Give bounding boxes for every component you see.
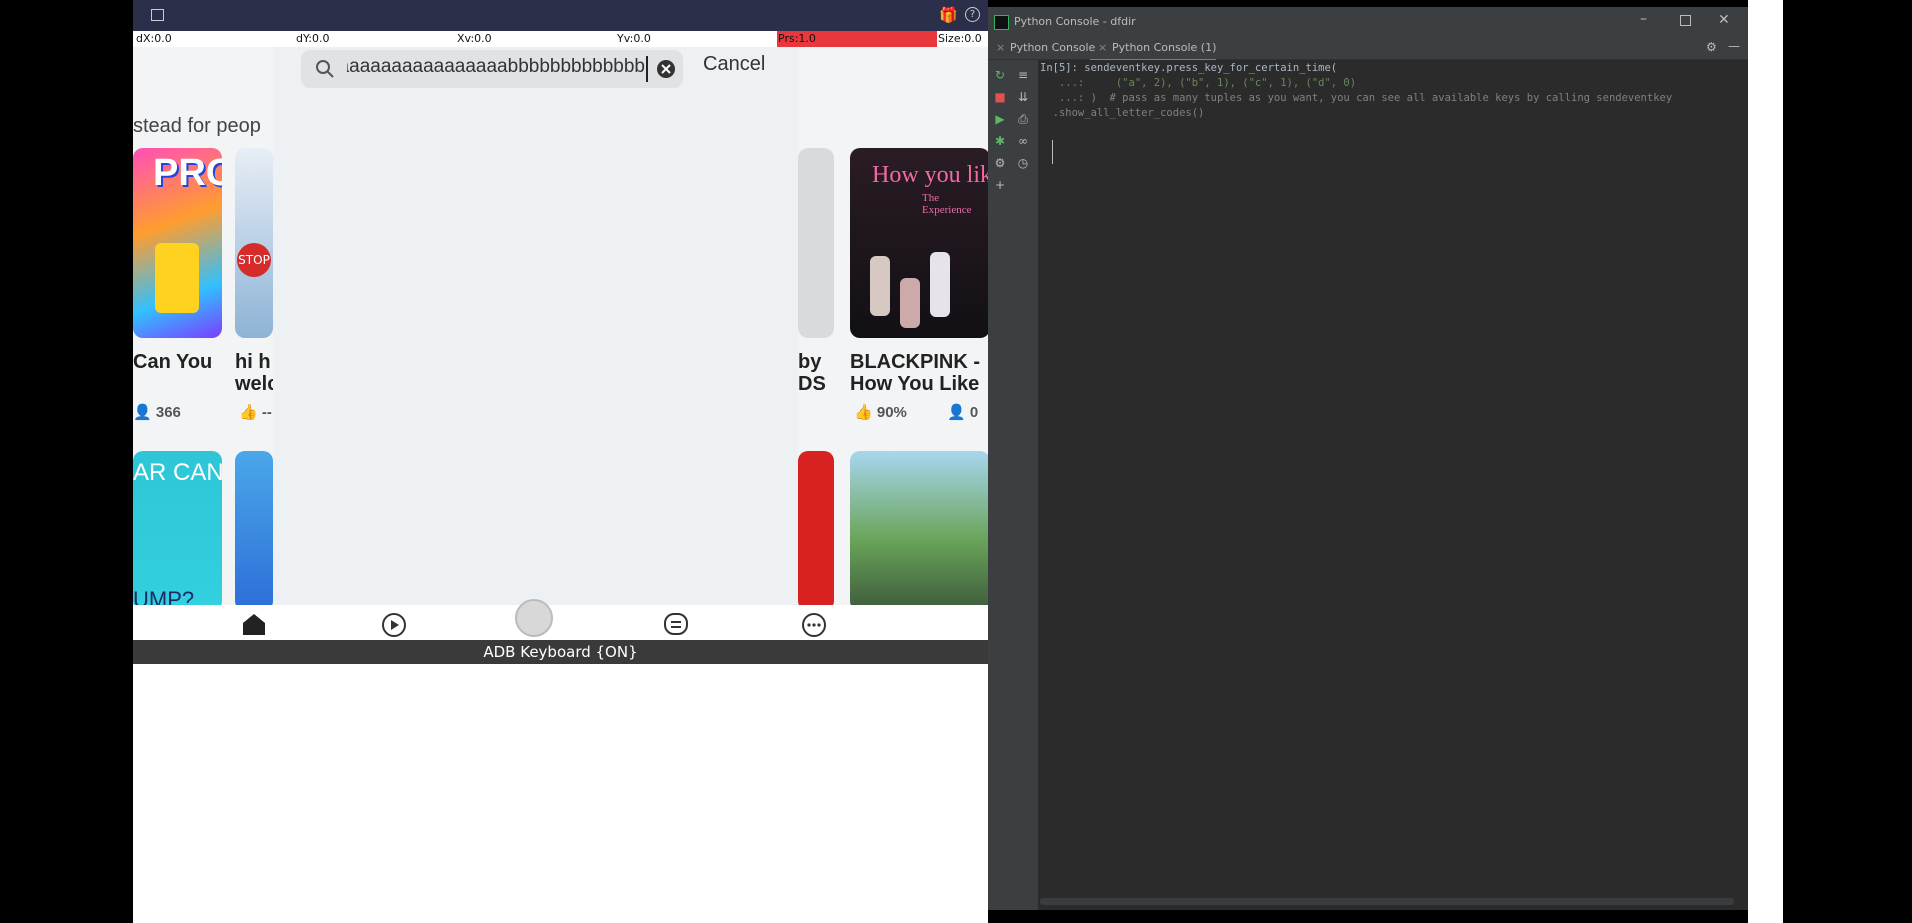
window-titlebar: Python Console - dfdir – ✕ bbox=[988, 7, 1748, 37]
game-thumbnail[interactable] bbox=[798, 148, 834, 338]
thumb-text: PRO bbox=[153, 152, 222, 194]
dx-value: dX:0.0 bbox=[136, 32, 172, 45]
bottom-navigation bbox=[133, 599, 988, 640]
avatar-figure bbox=[930, 252, 950, 317]
game-title[interactable]: by bbox=[798, 351, 821, 373]
game-thumbnail[interactable] bbox=[850, 451, 988, 611]
emulator-window: 🎁 ? dX:0.0 dY:0.0 Xv:0.0 Yv:0.0 Prs:1.0 … bbox=[133, 0, 988, 923]
maximize-icon[interactable] bbox=[1680, 15, 1691, 26]
avatar-figure bbox=[870, 256, 890, 316]
search-overlay bbox=[273, 47, 798, 605]
keyboard-status-bar: ADB Keyboard {ON} bbox=[133, 640, 988, 664]
game-title[interactable]: hi h bbox=[235, 351, 271, 373]
text-caret bbox=[646, 56, 648, 82]
avatar-icon[interactable] bbox=[515, 599, 553, 637]
search-icon bbox=[316, 60, 334, 78]
avatar-figure bbox=[155, 243, 199, 313]
soft-wrap-icon[interactable]: ≡ bbox=[1016, 68, 1030, 82]
thumb-text: How you like bbox=[872, 162, 988, 188]
thumb-text: STOP bbox=[237, 243, 271, 277]
code-line: ...: ) # pass as many tuples as you want… bbox=[1040, 92, 1673, 104]
stop-icon[interactable]: ■ bbox=[993, 90, 1007, 104]
avatar-figure bbox=[900, 278, 920, 328]
hide-panel-icon[interactable]: — bbox=[1728, 39, 1740, 53]
help-icon[interactable]: ? bbox=[965, 7, 980, 22]
thumbs-up-icon: 👍 bbox=[854, 404, 873, 421]
code-line: In[5]: sendeventkey.press_key_for_certai… bbox=[1040, 62, 1338, 74]
search-field[interactable]: aaaaaaaaaaaaaaaaaabbbbbbbbbbbbb bbox=[301, 50, 683, 88]
search-input[interactable]: aaaaaaaaaaaaaaaaaabbbbbbbbbbbbb bbox=[347, 56, 645, 82]
console-toolbar: ↻ ■ ▶ ✱ ⚙ + ≡ ⇊ ⎙ ∞ ◷ bbox=[988, 60, 1038, 910]
dy-value: dY:0.0 bbox=[296, 32, 330, 45]
debug-icon[interactable]: ✱ bbox=[993, 134, 1007, 148]
gear-icon[interactable]: ⚙ bbox=[1706, 40, 1717, 54]
section-heading: stead for peop bbox=[133, 115, 261, 137]
code-line: ...: ("a", 2), ("b", 1), ("c", 1), ("d",… bbox=[1040, 77, 1357, 89]
print-icon[interactable]: ⎙ bbox=[1016, 112, 1030, 126]
gift-icon[interactable]: 🎁 bbox=[939, 6, 958, 24]
console-output[interactable]: In[5]: sendeventkey.press_key_for_certai… bbox=[1038, 60, 1748, 910]
emulator-empty-area bbox=[133, 664, 988, 923]
close-tab-icon[interactable]: × bbox=[1098, 37, 1107, 59]
yv-value: Yv:0.0 bbox=[617, 32, 651, 45]
pointer-stats-bar: dX:0.0 dY:0.0 Xv:0.0 Yv:0.0 Prs:1.0 Size… bbox=[133, 31, 988, 47]
close-icon[interactable]: ✕ bbox=[1718, 12, 1730, 28]
players-icon: 👤 bbox=[947, 404, 966, 421]
window-title: Python Console - dfdir bbox=[1014, 15, 1136, 28]
tab-python-console[interactable]: × Python Console bbox=[988, 37, 1095, 59]
game-thumbnail[interactable] bbox=[798, 451, 834, 611]
game-thumbnail[interactable]: AR CAN UMP? bbox=[133, 451, 222, 611]
discover-play-icon[interactable] bbox=[381, 612, 407, 638]
game-thumbnail[interactable] bbox=[235, 451, 273, 611]
copy-icon[interactable] bbox=[151, 9, 164, 21]
game-thumbnail[interactable]: PRO bbox=[133, 148, 222, 338]
more-icon[interactable] bbox=[801, 612, 827, 638]
game-player-count: 👤 366 bbox=[133, 404, 181, 421]
show-variables-icon[interactable]: ∞ bbox=[1016, 134, 1030, 148]
game-title-line2: DS bbox=[798, 373, 826, 395]
new-console-icon[interactable]: + bbox=[993, 178, 1007, 192]
prs-value: Prs:1.0 bbox=[778, 32, 816, 45]
scroll-to-end-icon[interactable]: ⇊ bbox=[1016, 90, 1030, 104]
settings-icon[interactable]: ⚙ bbox=[993, 156, 1007, 170]
cancel-button[interactable]: Cancel bbox=[703, 53, 765, 76]
history-icon[interactable]: ◷ bbox=[1016, 156, 1030, 170]
horizontal-scrollbar[interactable] bbox=[1040, 898, 1734, 905]
background-window-edge bbox=[1748, 0, 1783, 923]
pycharm-console-window: Python Console - dfdir – ✕ × Python Conso… bbox=[988, 7, 1748, 910]
game-thumbnail[interactable]: How you like The Experience bbox=[850, 148, 988, 338]
game-rating: 👍 90% bbox=[854, 404, 907, 421]
console-tabs: × Python Console × Python Console (1) ⚙ — bbox=[988, 37, 1748, 61]
game-thumbnail[interactable]: STOP bbox=[235, 148, 273, 338]
thumbs-up-icon: 👍 bbox=[239, 404, 258, 421]
home-icon[interactable] bbox=[241, 611, 267, 637]
size-value: Size:0.0 bbox=[938, 32, 982, 45]
game-player-count: 👤 0 bbox=[947, 404, 979, 421]
roblox-app-screen: stead for peop PRO STOP Can You 👤 366 hi… bbox=[133, 47, 988, 640]
game-title[interactable]: Can You bbox=[133, 351, 212, 373]
game-title-line2: How You Like bbox=[850, 373, 980, 395]
game-title[interactable]: BLACKPINK - bbox=[850, 351, 980, 373]
xv-value: Xv:0.0 bbox=[457, 32, 492, 45]
players-icon: 👤 bbox=[133, 404, 152, 421]
run-icon[interactable]: ▶ bbox=[993, 112, 1007, 126]
pycharm-logo-icon bbox=[994, 15, 1009, 30]
emulator-toolbar: 🎁 ? bbox=[133, 0, 988, 31]
text-caret bbox=[1052, 140, 1053, 164]
game-rating: 👍 -- bbox=[239, 404, 272, 421]
minimize-icon[interactable]: – bbox=[1640, 11, 1647, 27]
game-title-line2: welc bbox=[235, 373, 279, 395]
clear-search-icon[interactable] bbox=[656, 59, 676, 79]
thumb-text: AR CAN bbox=[133, 459, 222, 486]
chat-icon[interactable] bbox=[663, 612, 689, 638]
rerun-icon[interactable]: ↻ bbox=[993, 68, 1007, 82]
close-tab-icon[interactable]: × bbox=[996, 37, 1005, 59]
thumb-subtext: The Experience bbox=[922, 192, 972, 216]
tab-python-console-1[interactable]: × Python Console (1) bbox=[1090, 37, 1217, 61]
code-line: .show_all_letter_codes() bbox=[1040, 107, 1205, 119]
